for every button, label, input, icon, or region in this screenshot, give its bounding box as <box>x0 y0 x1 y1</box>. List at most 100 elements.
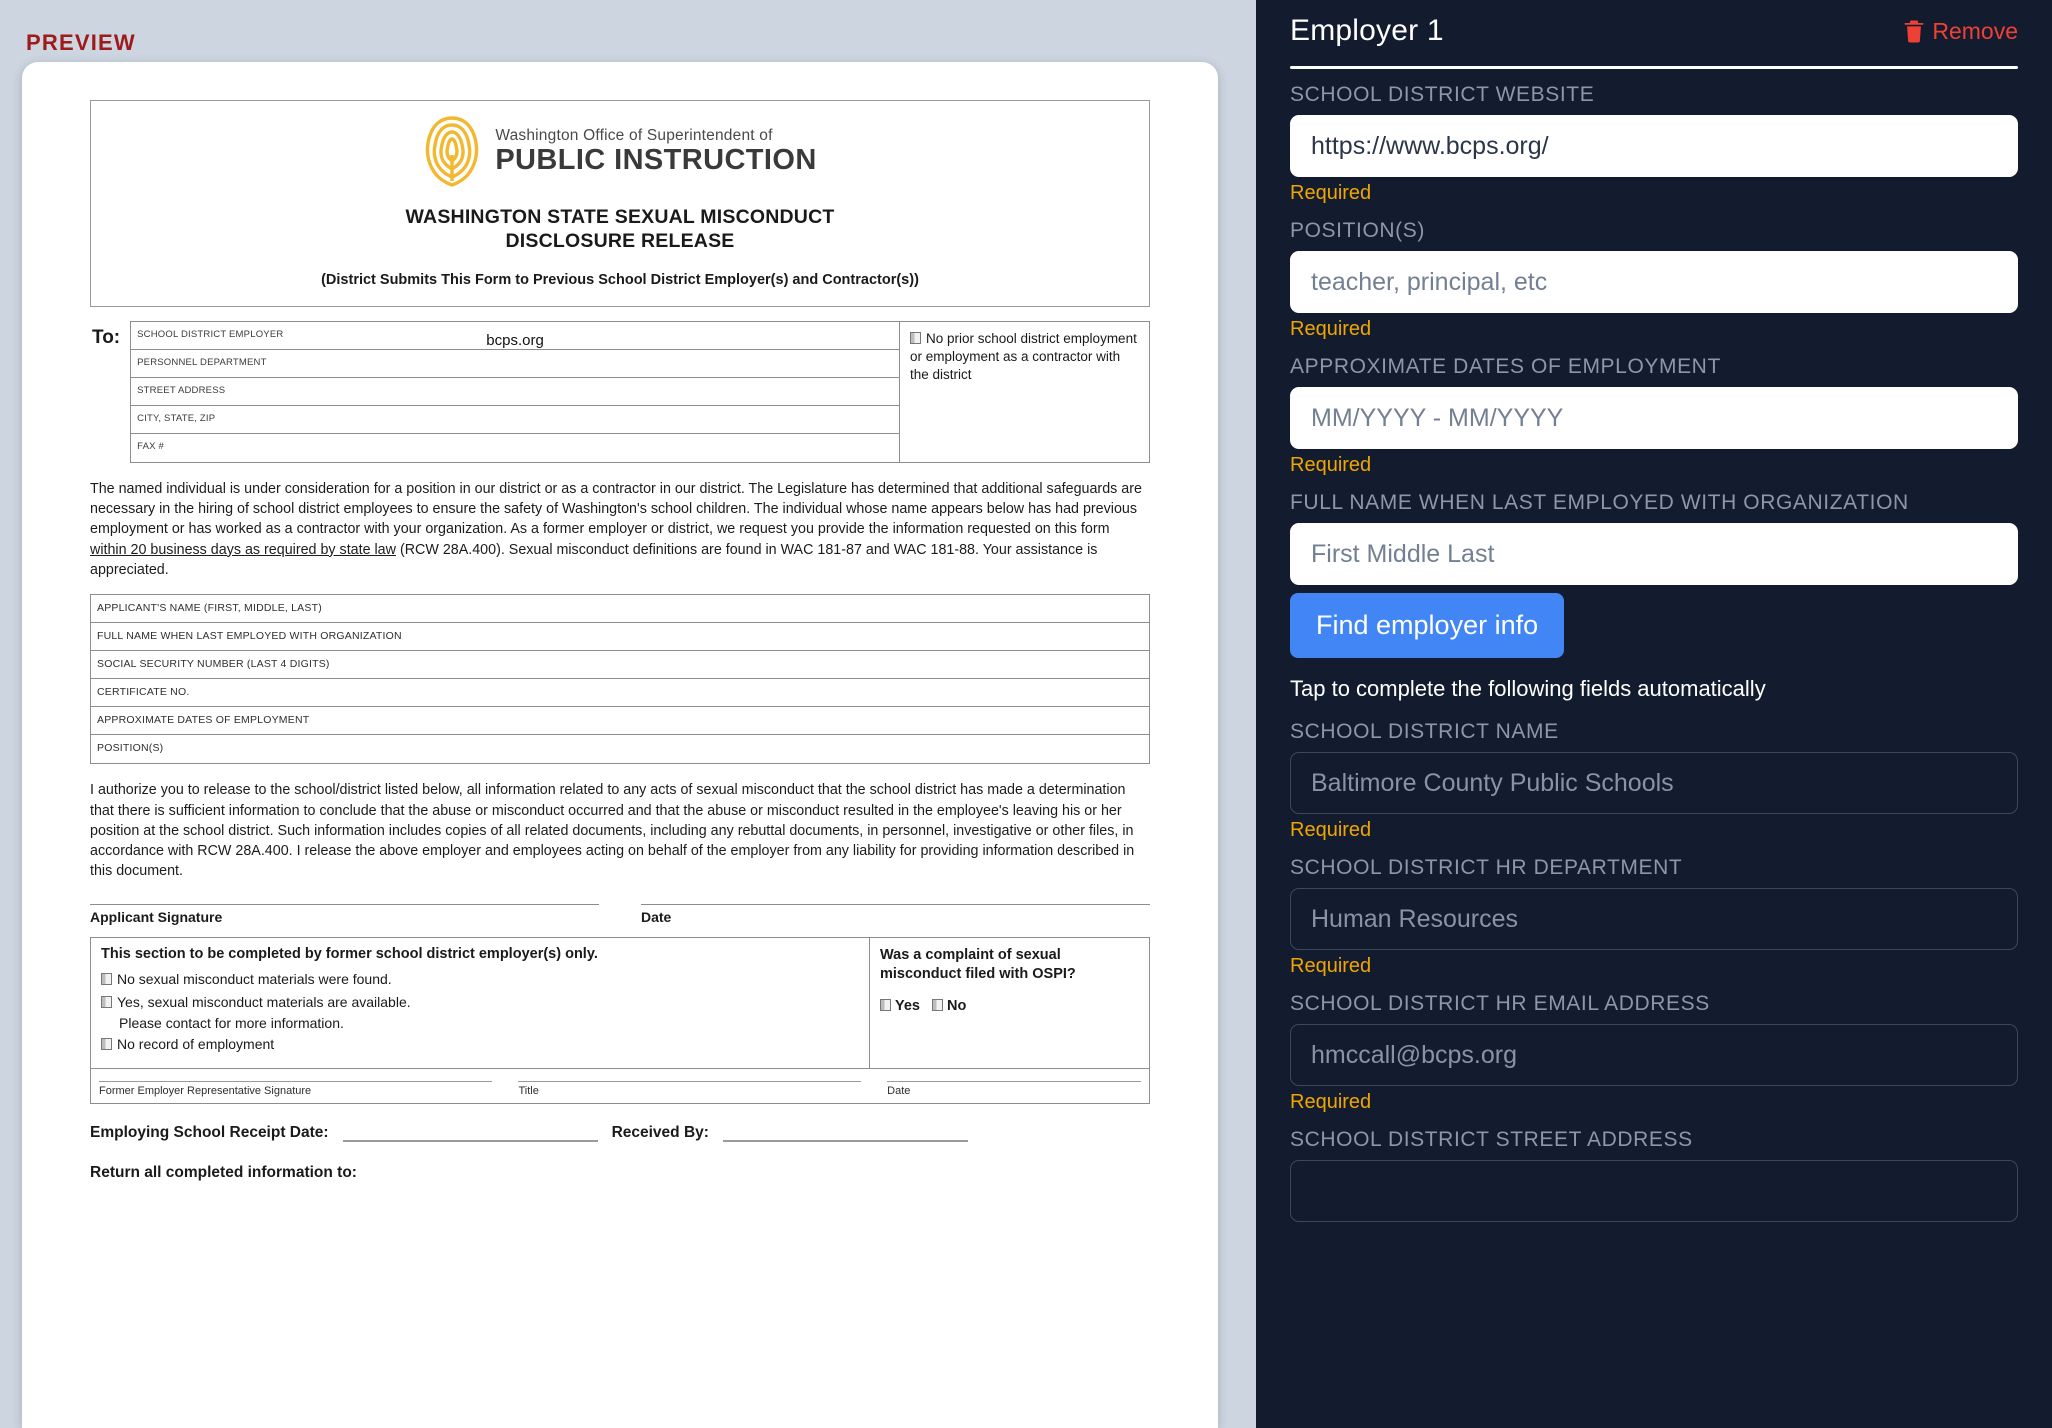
preview-label: PREVIEW <box>26 30 136 55</box>
signature-line <box>90 903 599 905</box>
applicant-field-caption: APPROXIMATE DATES OF EMPLOYMENT <box>97 714 310 727</box>
form-title: Employer 1 <box>1290 14 1444 47</box>
former-employer-options: This section to be completed by former s… <box>91 938 869 1068</box>
ospi-logo-line1: Washington Office of Superintendent of <box>495 127 773 145</box>
ospi-yes-no-row: Yes No <box>880 997 1139 1017</box>
rep-signature-caption: Former Employer Representative Signature <box>99 1084 312 1097</box>
document-body: Washington Office of Superintendent of P… <box>22 62 1218 1182</box>
to-row-caption: FAX # <box>137 440 165 452</box>
applicant-field-caption: POSITION(S) <box>97 742 164 755</box>
checkbox-icon <box>101 972 112 985</box>
former-employer-sub-option: Please contact for more information. <box>119 1015 344 1032</box>
input-hr-department[interactable] <box>1290 888 2018 950</box>
ospi-logo-line2: PUBLIC INSTRUCTION <box>495 144 817 177</box>
applicant-field-caption: CERTIFICATE NO. <box>97 686 190 699</box>
label-positions: POSITION(S) <box>1290 219 1425 242</box>
input-school-district-name[interactable] <box>1290 752 2018 814</box>
applicant-field-row: APPROXIMATE DATES OF EMPLOYMENT <box>91 707 1149 736</box>
input-street-address[interactable] <box>1290 1160 2018 1222</box>
to-row-caption: CITY, STATE, ZIP <box>137 412 216 424</box>
checkbox-icon <box>932 998 943 1011</box>
no-prior-employment-note: No prior school district employment or e… <box>899 321 1149 462</box>
input-full-name-last-employed[interactable] <box>1290 523 2018 585</box>
document-paragraph-1: The named individual is under considerat… <box>90 479 1150 580</box>
document-paragraph-2: I authorize you to release to the school… <box>90 782 1135 880</box>
to-row-caption: SCHOOL DISTRICT EMPLOYER <box>137 328 284 340</box>
autofill-hint: Tap to complete the following fields aut… <box>1290 676 1766 701</box>
find-employer-info-button[interactable]: Find employer info <box>1290 593 1565 658</box>
input-hr-email-address[interactable] <box>1290 1024 2018 1086</box>
applicant-field-row: CERTIFICATE NO. <box>91 679 1149 708</box>
rep-title-cell: Title <box>518 1080 862 1097</box>
rep-title-line <box>518 1080 862 1082</box>
document-title: WASHINGTON STATE SEXUAL MISCONDUCT DISCL… <box>101 205 1139 254</box>
applicant-signature-cell: Applicant Signature <box>90 903 599 925</box>
required-school-district-name: Required <box>1290 819 1372 841</box>
checkbox-icon <box>101 1038 112 1051</box>
form-header: Employer 1 Remove <box>1256 0 2052 48</box>
applicant-field-caption: SOCIAL SECURITY NUMBER (LAST 4 DIGITS) <box>97 658 330 671</box>
received-by-blank <box>722 1126 968 1142</box>
label-street-address: SCHOOL DISTRICT STREET ADDRESS <box>1290 1128 1693 1151</box>
input-positions[interactable] <box>1290 251 2018 313</box>
document-title-line2: DISCLOSURE RELEASE <box>505 230 735 253</box>
no-prior-employment-text: No prior school district employment or e… <box>910 330 1137 383</box>
label-school-district-name: SCHOOL DISTRICT NAME <box>1290 720 1559 743</box>
required-school-district-website: Required <box>1290 182 1372 204</box>
input-approximate-dates[interactable] <box>1290 387 2018 449</box>
former-employer-option-label: No record of employment <box>117 1036 275 1053</box>
to-row: PERSONNEL DEPARTMENT <box>131 350 899 378</box>
ospi-logo-text: Washington Office of Superintendent of P… <box>495 127 816 176</box>
document-to-block: To: SCHOOL DISTRICT EMPLOYER bcps.org PE… <box>90 320 1150 463</box>
required-positions: Required <box>1290 318 1372 340</box>
to-row-caption: STREET ADDRESS <box>137 384 226 396</box>
former-employer-option-label: Yes, sexual misconduct materials are ava… <box>117 994 411 1011</box>
former-employer-option: No record of employment <box>101 1034 859 1054</box>
signature-date-cell: Date <box>641 903 1150 925</box>
trash-icon <box>1904 20 1924 42</box>
remove-employer-button[interactable]: Remove <box>1904 18 2018 45</box>
label-hr-email-address: SCHOOL DISTRICT HR EMAIL ADDRESS <box>1290 992 1710 1015</box>
applicant-field-caption: APPLICANT'S NAME (FIRST, MIDDLE, LAST) <box>97 602 322 615</box>
rep-signature-line <box>99 1080 493 1082</box>
former-employer-heading: This section to be completed by former s… <box>101 945 598 962</box>
applicant-fields-table: APPLICANT'S NAME (FIRST, MIDDLE, LAST) F… <box>90 594 1150 765</box>
rep-signature-strip: Former Employer Representative Signature… <box>90 1068 1150 1104</box>
receipt-date-label: Employing School Receipt Date: <box>90 1123 329 1141</box>
to-row-value: bcps.org <box>486 331 544 349</box>
label-approximate-dates: APPROXIMATE DATES OF EMPLOYMENT <box>1290 355 1721 378</box>
receipt-row: Employing School Receipt Date: Received … <box>90 1124 1150 1142</box>
rep-title-caption: Title <box>518 1084 539 1097</box>
to-row-caption: PERSONNEL DEPARTMENT <box>137 356 267 368</box>
applicant-field-caption: FULL NAME WHEN LAST EMPLOYED WITH ORGANI… <box>97 630 402 643</box>
former-employer-option: No sexual misconduct materials were foun… <box>101 969 859 989</box>
return-information-label: Return all completed information to: <box>90 1163 357 1181</box>
rep-date-cell: Date <box>887 1080 1141 1097</box>
ospi-logo-row: Washington Office of Superintendent of P… <box>101 115 1139 189</box>
ospi-logo-icon <box>426 116 479 187</box>
ospi-no-label: No <box>947 997 967 1014</box>
remove-employer-label: Remove <box>1932 17 2018 44</box>
checkbox-icon <box>880 998 891 1011</box>
required-approximate-dates: Required <box>1290 454 1372 476</box>
to-address-table: SCHOOL DISTRICT EMPLOYER bcps.org PERSON… <box>130 320 1150 463</box>
to-label: To: <box>92 326 121 348</box>
input-school-district-website[interactable] <box>1290 115 2018 177</box>
received-by-label: Received By: <box>611 1123 709 1141</box>
ospi-complaint-block: Was a complaint of sexual misconduct fil… <box>869 937 1149 1068</box>
checkbox-icon <box>910 331 921 344</box>
to-row: FAX # <box>131 434 899 462</box>
former-employer-option: Yes, sexual misconduct materials are ava… <box>101 992 859 1012</box>
employer-form-panel: Employer 1 Remove SCHOOL DISTRICT WEBSIT… <box>1256 0 2052 1428</box>
document-subtitle: (District Submits This Form to Previous … <box>321 271 919 288</box>
checkbox-icon <box>101 996 112 1009</box>
required-hr-department: Required <box>1290 955 1372 977</box>
document-preview-card[interactable]: Washington Office of Superintendent of P… <box>22 62 1218 1428</box>
document-header-box: Washington Office of Superintendent of P… <box>90 100 1150 307</box>
required-hr-email-address: Required <box>1290 1091 1372 1113</box>
applicant-signature-caption: Applicant Signature <box>90 908 223 925</box>
label-school-district-website: SCHOOL DISTRICT WEBSITE <box>1290 83 1595 106</box>
label-hr-department: SCHOOL DISTRICT HR DEPARTMENT <box>1290 856 1683 879</box>
to-address-rows: SCHOOL DISTRICT EMPLOYER bcps.org PERSON… <box>131 322 899 462</box>
rep-date-line <box>887 1080 1141 1082</box>
